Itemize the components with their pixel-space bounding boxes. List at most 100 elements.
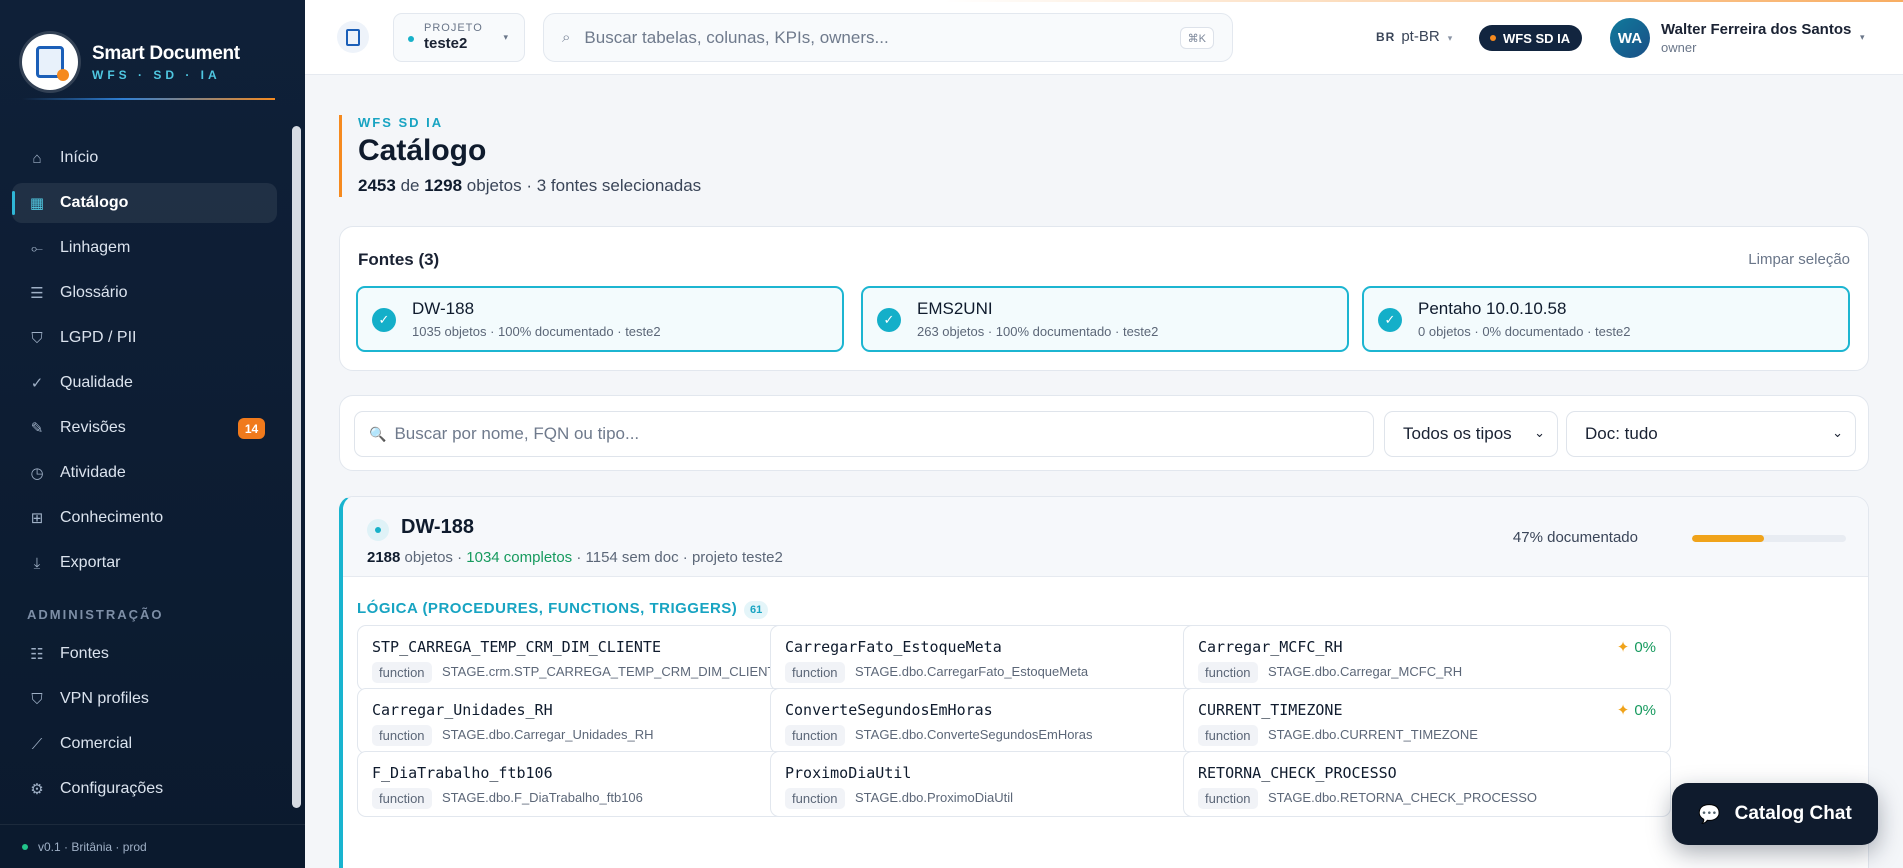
source-group-dw188: DW-188 2188 objetos · 1034 completos · 1… — [339, 496, 1869, 868]
chat-bubble-icon: 💬 — [1698, 803, 1721, 824]
brand-title: Smart Document — [92, 42, 240, 64]
object-card[interactable]: Carregar_MCFC_RH ✦ 0% function STAGE.dbo.Car… — [1183, 625, 1671, 691]
object-doc-percent-value: 0% — [1634, 639, 1656, 656]
sources-card: Fontes (3) Limpar seleção ✓ DW-188 1035 … — [339, 226, 1869, 371]
count-total: 1298 — [424, 176, 463, 195]
download-icon: ⤓ — [33, 554, 41, 572]
page-title: Catálogo — [358, 134, 487, 167]
sidebar-item-conhecimento[interactable]: ⊞ Conhecimento — [12, 498, 277, 538]
avatar[interactable]: WA — [1610, 18, 1650, 58]
app-logo-icon[interactable] — [337, 21, 369, 53]
project-dot-icon — [408, 36, 414, 42]
sidebar-item-label: Início — [60, 149, 99, 166]
doc-filter-select[interactable]: Doc: tudo ⌄ — [1566, 411, 1856, 457]
brand-logo-icon — [22, 34, 78, 90]
workspace-pill[interactable]: WFS SD IA — [1479, 25, 1583, 51]
sparkle-icon: ✦ — [1616, 639, 1630, 656]
sidebar-item-qualidade[interactable]: ✓ Qualidade — [12, 363, 277, 403]
sidebar-item-label: Configurações — [60, 780, 164, 797]
chevron-down-icon: ▾ — [503, 32, 508, 42]
group-complete: 1034 completos — [466, 549, 573, 566]
object-card[interactable]: CURRENT_TIMEZONE ✦ 0% function STAGE.dbo.CUR… — [1183, 688, 1671, 754]
sidebar-scrollbar[interactable] — [292, 126, 301, 808]
sidebar-item-glossario[interactable]: ☰ Glossário — [12, 273, 277, 313]
sidebar-item-linhagem[interactable]: ⟜ Linhagem — [12, 228, 277, 268]
object-type-tag: function — [1198, 662, 1258, 683]
search-shortcut-badge: ⌘K — [1179, 27, 1214, 49]
sidebar-item-catalogo[interactable]: ▦ Catálogo — [12, 183, 277, 223]
catalog-search-input[interactable]: 🔍 Buscar por nome, FQN ou tipo... — [354, 411, 1374, 457]
chevron-down-icon[interactable]: ▾ — [1860, 32, 1865, 43]
check-icon: ✓ — [877, 308, 901, 332]
source-card-pentaho[interactable]: ✓ Pentaho 10.0.10.58 0 objetos · 0% docu… — [1362, 286, 1850, 352]
source-card-ems2uni[interactable]: ✓ EMS2UNI 263 objetos · 100% documentado… — [861, 286, 1349, 352]
project-selector[interactable]: PROJETO teste2 ▾ — [393, 13, 525, 62]
sidebar-item-label: Comercial — [60, 735, 133, 752]
object-type-tag: function — [372, 725, 432, 746]
object-type-tag: function — [1198, 725, 1258, 746]
chart-icon: ⟋ — [31, 735, 43, 753]
search-icon: 🔍 — [369, 425, 387, 442]
object-fqn: STAGE.dbo.Carregar_Unidades_RH — [442, 727, 654, 742]
source-card-dw188[interactable]: ✓ DW-188 1035 objetos · 100% documentado… — [356, 286, 844, 352]
lineage-icon: ⟜ — [30, 239, 43, 257]
group-objects-count: 2188 — [367, 549, 401, 566]
object-name: F_DiaTrabalho_ftb106 — [372, 764, 553, 782]
section-count-badge: 61 — [744, 601, 769, 619]
group-doc-percent: 47% documentado — [1512, 529, 1638, 546]
source-name: DW-188 — [412, 299, 475, 318]
sidebar-item-revisoes[interactable]: ✎ Revisões 14 — [12, 408, 277, 448]
group-progress-bar — [1692, 535, 1846, 542]
sidebar-item-comercial[interactable]: ⟋ Comercial — [12, 724, 277, 764]
count-suffix: objetos · 3 fontes selecionadas — [466, 176, 702, 195]
object-fqn: STAGE.dbo.F_DiaTrabalho_ftb106 — [442, 790, 643, 805]
project-value: teste2 — [424, 35, 468, 52]
book-icon: ☰ — [30, 285, 44, 302]
sidebar-item-fontes[interactable]: ☷ Fontes — [12, 634, 277, 674]
sidebar-item-vpn-profiles[interactable]: ⛉ VPN profiles — [12, 679, 277, 719]
admin-section-title: ADMINISTRAÇÃO — [27, 607, 164, 622]
status-dot-icon — [22, 843, 28, 850]
object-doc-percent-value: 0% — [1634, 702, 1656, 719]
object-fqn: STAGE.dbo.ProximoDiaUtil — [855, 790, 1013, 805]
source-name: Pentaho 10.0.10.58 — [1418, 299, 1567, 318]
user-name[interactable]: Walter Ferreira dos Santos — [1661, 21, 1851, 38]
check-icon: ✓ — [372, 308, 396, 332]
sidebar: Smart Document WFS · SD · IA ⌂ Início ▦ … — [0, 0, 305, 868]
group-rest: · 1154 sem doc · projeto teste2 — [576, 549, 783, 566]
sidebar-item-label: Exportar — [60, 554, 121, 571]
sidebar-item-label: LGPD / PII — [60, 329, 137, 346]
grid-icon: ▦ — [29, 195, 45, 212]
group-objects-word: objetos · — [404, 549, 463, 566]
global-search-input[interactable]: ⌕ Buscar tabelas, colunas, KPIs, owners.… — [543, 13, 1233, 62]
pen-icon: ✎ — [30, 420, 44, 437]
sidebar-item-lgpd[interactable]: ⛉ LGPD / PII — [12, 318, 277, 358]
global-search-placeholder: Buscar tabelas, colunas, KPIs, owners... — [584, 27, 889, 47]
sidebar-item-exportar[interactable]: ⤓ Exportar — [12, 543, 277, 583]
brand[interactable]: Smart Document WFS · SD · IA — [0, 0, 305, 100]
chevron-down-icon: ⌄ — [1832, 425, 1843, 440]
chevron-down-icon: ▾ — [1447, 33, 1453, 43]
object-card[interactable]: RETORNA_CHECK_PROCESSO function STAGE.dbo.… — [1183, 751, 1671, 817]
shield-icon: ⛉ — [31, 329, 43, 347]
object-type-tag: function — [785, 788, 845, 809]
chevron-down-icon: ⌄ — [1534, 425, 1545, 440]
sidebar-item-atividade[interactable]: ◷ Atividade — [12, 453, 277, 493]
revisoes-count-badge: 14 — [238, 418, 265, 439]
group-header[interactable]: DW-188 2188 objetos · 1034 completos · 1… — [343, 497, 1868, 577]
object-name: Carregar_Unidades_RH — [372, 701, 553, 719]
sidebar-item-inicio[interactable]: ⌂ Início — [12, 138, 277, 178]
language-label: pt-BR — [1401, 28, 1440, 45]
brand-divider — [22, 98, 275, 100]
database-icon: ☷ — [30, 646, 44, 663]
catalog-chat-button[interactable]: 💬 Catalog Chat — [1672, 783, 1878, 845]
catalog-chat-label: Catalog Chat — [1734, 803, 1852, 824]
type-filter-select[interactable]: Todos os tipos ⌄ — [1384, 411, 1558, 457]
object-doc-percent: ✦0% — [1617, 638, 1656, 656]
clear-selection-link[interactable]: Limpar seleção — [1748, 251, 1850, 268]
source-meta: 0 objetos · 0% documentado · teste2 — [1418, 324, 1631, 339]
apps-icon: ⊞ — [30, 510, 44, 527]
gear-icon: ⚙ — [30, 781, 44, 798]
language-selector[interactable]: BR pt-BR ▾ — [1376, 28, 1452, 45]
sidebar-item-configuracoes[interactable]: ⚙ Configurações — [12, 769, 277, 809]
